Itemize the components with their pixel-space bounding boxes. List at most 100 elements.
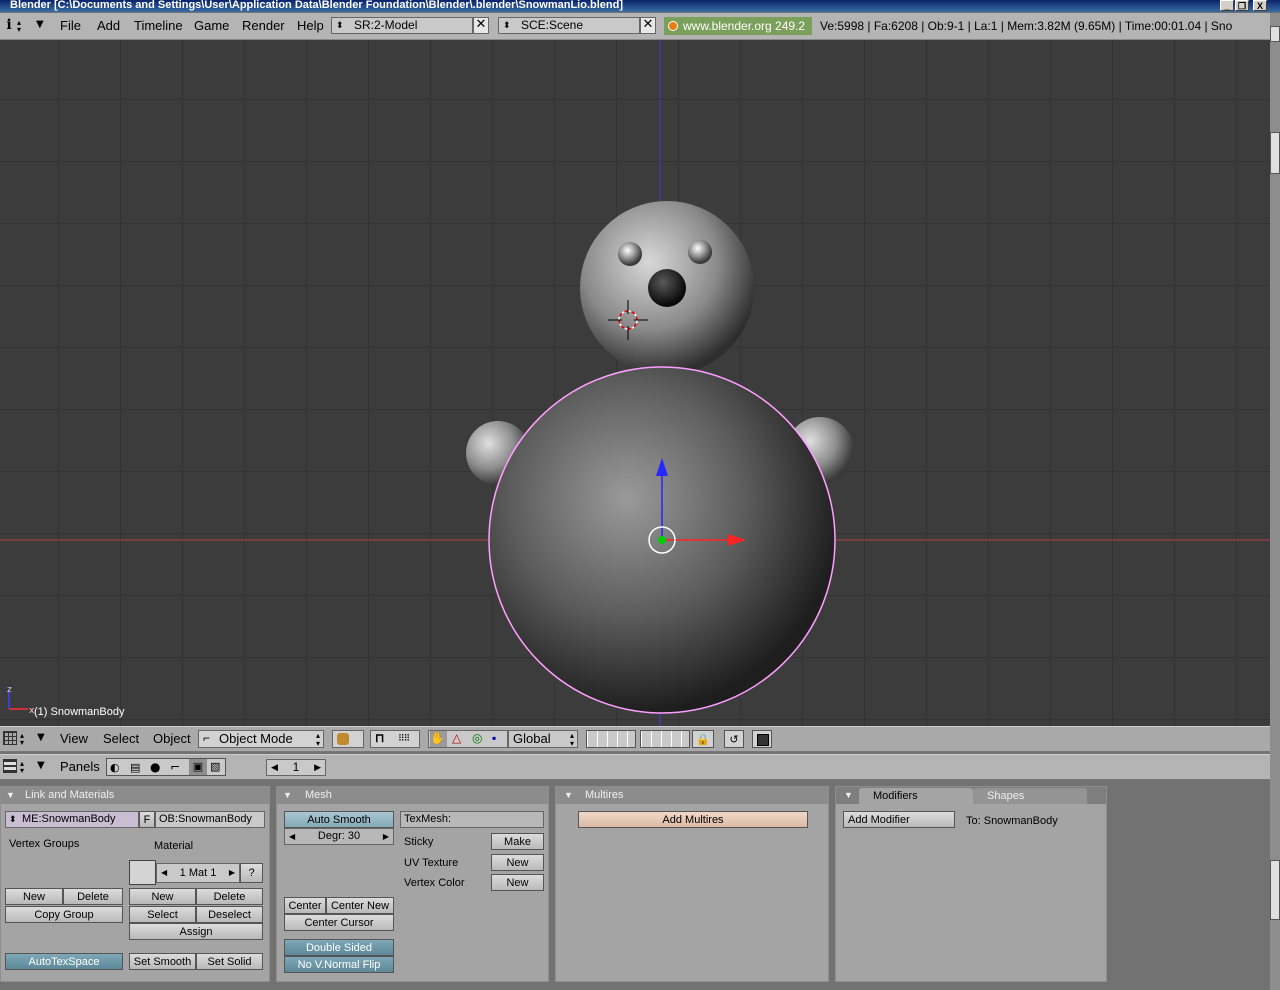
grid-window-type-icon[interactable] [3,731,17,745]
render-preview-icon[interactable] [752,730,772,748]
3d-viewport[interactable]: z x (1) SnowmanBody [0,40,1270,726]
add-multires-button[interactable]: Add Multires [578,811,808,828]
menu-collapse-triangle-icon[interactable]: ▼ [36,19,44,30]
material-help-button[interactable]: ? [240,863,263,883]
menu-timeline[interactable]: Timeline [134,18,183,33]
close-window-button[interactable]: X [1253,0,1267,11]
translate-manipulator-icon[interactable]: △ [452,731,461,746]
double-sided-toggle[interactable]: Double Sided [284,939,394,956]
panel-header[interactable]: ▼ Mesh [277,787,548,804]
fake-user-button[interactable]: F [139,811,155,828]
material-color-swatch[interactable] [129,860,156,885]
edge-scroll-widget[interactable] [1270,132,1280,174]
minimize-button[interactable]: _ [1220,0,1234,11]
menu-help[interactable]: Help [297,18,324,33]
mat-prev-icon[interactable]: ◀ [161,864,167,882]
set-smooth-button[interactable]: Set Smooth [129,953,196,970]
material-new-button[interactable]: New [129,888,196,905]
menu-panels[interactable]: Panels [60,759,100,774]
mesh-datablock-field[interactable]: ⬍ ME:SnowmanBody [5,811,139,828]
center-cursor-button[interactable]: Center Cursor [284,914,394,931]
panel-header[interactable]: ▼ Multires [556,787,828,804]
scale-manipulator-icon[interactable]: ▪ [492,731,496,746]
panel-collapse-icon[interactable]: ▼ [564,787,573,804]
panel-header[interactable]: ▼ Link and Materials [1,787,269,804]
buttons-window-type-icon[interactable] [3,759,17,773]
vertex-group-new-button[interactable]: New [5,888,63,905]
orientation-selector[interactable]: Global ▴ ▾ [508,730,578,748]
center-new-button[interactable]: Center New [326,897,394,914]
window-type-arrows-icon[interactable]: ▴ ▾ [17,19,27,34]
set-solid-button[interactable]: Set Solid [196,953,263,970]
snowman-nose[interactable] [648,269,686,307]
panel-collapse-icon[interactable]: ▼ [844,787,853,804]
vertex-group-delete-button[interactable]: Delete [63,888,123,905]
scene-selector[interactable]: ⬍ SCE:Scene [498,17,640,34]
material-assign-button[interactable]: Assign [129,923,263,940]
no-vnormal-flip-toggle[interactable]: No V.Normal Flip [284,956,394,973]
degr-increment-icon[interactable]: ▶ [383,829,389,844]
menu-render[interactable]: Render [242,18,285,33]
draw-type-selector[interactable] [332,730,364,748]
context-tabs[interactable]: ◐ ▤ ● ⌐ ▣ ▧ [106,758,226,776]
menu-file[interactable]: File [60,18,81,33]
menu-game[interactable]: Game [194,18,229,33]
menu-view[interactable]: View [60,731,88,746]
viewport-canvas[interactable]: z x (1) SnowmanBody [0,40,1270,726]
panel-collapse-icon[interactable]: ▼ [6,787,15,804]
window-type-arrows-icon[interactable]: ▴ ▾ [20,732,24,747]
uv-texture-new-button[interactable]: New [491,854,544,871]
header-collapse-triangle-icon[interactable]: ▼ [37,760,45,771]
frame-increment-icon[interactable]: ▶ [314,760,321,775]
editing-context-icon[interactable]: ▣ [189,759,207,775]
copy-group-button[interactable]: Copy Group [5,906,123,923]
tab-modifiers[interactable]: Modifiers [859,788,973,804]
window-type-arrows-icon[interactable]: ▴ ▾ [20,760,24,775]
lock-layer-icon[interactable]: 🔒 [692,730,714,748]
scene-browse-icon[interactable]: ⬍ [503,18,511,33]
header-collapse-triangle-icon[interactable]: ▼ [37,732,45,743]
script-context-icon[interactable]: ▤ [130,761,140,774]
degr-decrement-icon[interactable]: ◀ [289,829,295,844]
vertex-color-new-button[interactable]: New [491,874,544,891]
material-delete-button[interactable]: Delete [196,888,263,905]
mode-selector[interactable]: ⌐ Object Mode ▴ ▾ [198,730,324,748]
info-window-icon[interactable]: i [3,17,15,34]
pivot-selector[interactable]: ⊓ ⠿⠿ [370,730,420,748]
material-index-field[interactable]: ◀ 1 Mat 1 ▶ [156,863,240,883]
auto-smooth-toggle[interactable]: Auto Smooth [284,811,394,828]
mat-next-icon[interactable]: ▶ [229,864,235,882]
material-select-button[interactable]: Select [129,906,196,923]
logic-context-icon[interactable]: ◐ [110,761,120,774]
edge-scroll-widget[interactable] [1270,26,1280,42]
menu-add[interactable]: Add [97,18,120,33]
material-deselect-button[interactable]: Deselect [196,906,263,923]
tab-shapes[interactable]: Shapes [973,788,1087,804]
screen-browse-icon[interactable]: ⬍ [336,18,344,33]
snowman-left-eye[interactable] [618,242,642,266]
panel-collapse-icon[interactable]: ▼ [283,787,292,804]
menu-select[interactable]: Select [103,731,139,746]
texmesh-field[interactable]: TexMesh: [400,811,544,828]
scene-context-icon[interactable]: ▧ [210,760,220,773]
menu-object[interactable]: Object [153,731,191,746]
edge-scroll-widget[interactable] [1270,860,1280,920]
maximize-button[interactable]: ❐ [1235,0,1249,11]
object-name-field[interactable]: OB:SnowmanBody [155,811,265,828]
add-modifier-menu[interactable]: Add Modifier [843,811,955,828]
delete-screen-icon[interactable]: ✕ [473,17,489,34]
smooth-degree-field[interactable]: ◀ Degr: 30 ▶ [284,828,394,845]
manipulator-toggles[interactable]: ✋ △ ◎ ▪ [428,730,508,748]
blender-website-link[interactable]: www.blender.org 249.2 [664,17,812,35]
shading-context-icon[interactable]: ● [150,760,160,774]
frame-decrement-icon[interactable]: ◀ [271,760,278,775]
frame-number-field[interactable]: ◀ 1 ▶ [266,759,326,776]
sticky-make-button[interactable]: Make [491,833,544,850]
object-context-icon[interactable]: ⌐ [170,760,180,774]
center-button[interactable]: Center [284,897,326,914]
layer-buttons-row1[interactable] [586,730,636,748]
snowman-right-eye[interactable] [688,240,712,264]
mesh-browse-icon[interactable]: ⬍ [9,812,17,827]
grease-pencil-icon[interactable]: ↺ [724,730,744,748]
delete-scene-icon[interactable]: ✕ [640,17,656,34]
